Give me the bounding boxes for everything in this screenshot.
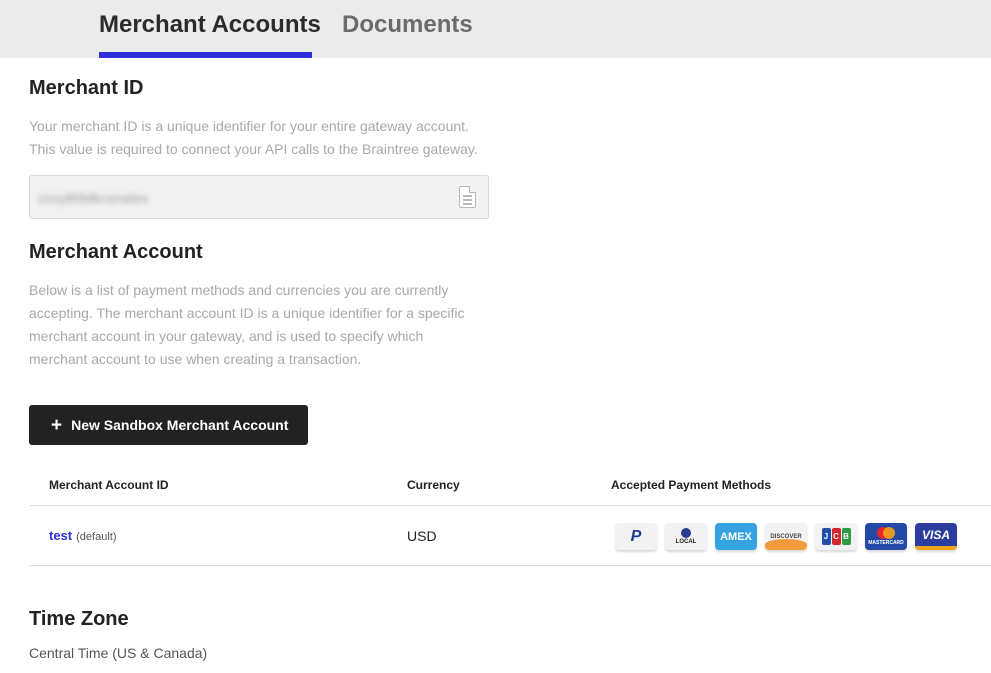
- merchant-id-value: zxvy8t9dkcsnatex: [38, 190, 149, 206]
- jcb-icon: J C B: [815, 523, 857, 550]
- amex-icon: AMEX: [715, 523, 757, 550]
- time-zone-value: Central Time (US & Canada): [29, 645, 208, 661]
- header-accepted-payment-methods: Accepted Payment Methods: [611, 478, 772, 492]
- time-zone-heading: Time Zone: [29, 608, 129, 630]
- merchant-id-field[interactable]: zxvy8t9dkcsnatex: [29, 175, 489, 219]
- active-tab-indicator: [99, 52, 312, 58]
- new-sandbox-merchant-account-label: New Sandbox Merchant Account: [71, 417, 289, 433]
- plus-icon: +: [51, 414, 63, 436]
- tab-documents[interactable]: Documents: [342, 10, 473, 58]
- currency-cell: USD: [407, 528, 437, 544]
- merchant-account-description: Below is a list of payment methods and c…: [29, 282, 465, 367]
- table-header: Merchant Account ID Currency Accepted Pa…: [29, 465, 991, 506]
- header-merchant-account-id: Merchant Account ID: [49, 478, 169, 492]
- discover-icon: DISCOVER: [765, 523, 807, 550]
- table-row: test (default) USD P LOCAL AMEX DISCOVER …: [29, 506, 991, 566]
- merchant-account-id-cell: test (default): [49, 527, 116, 543]
- payment-methods-list: P LOCAL AMEX DISCOVER J C B MASTERCARD V…: [615, 523, 957, 550]
- merchant-id-description: Your merchant ID is a unique identifier …: [29, 118, 478, 157]
- tab-bar: Merchant Accounts Documents: [0, 0, 991, 58]
- paypal-icon: P: [615, 523, 657, 550]
- copy-icon[interactable]: [459, 186, 476, 208]
- mastercard-icon: MASTERCARD: [865, 523, 907, 550]
- merchant-accounts-table: Merchant Account ID Currency Accepted Pa…: [29, 465, 991, 566]
- visa-icon: VISA: [915, 523, 957, 550]
- default-tag: (default): [76, 531, 117, 543]
- merchant-id-heading: Merchant ID: [29, 77, 144, 99]
- merchant-account-heading: Merchant Account: [29, 241, 203, 263]
- header-currency: Currency: [407, 478, 460, 492]
- tab-merchant-accounts[interactable]: Merchant Accounts: [99, 10, 321, 58]
- local-payment-icon: LOCAL: [665, 523, 707, 550]
- merchant-account-link-test[interactable]: test: [49, 528, 72, 543]
- new-sandbox-merchant-account-button[interactable]: + New Sandbox Merchant Account: [29, 405, 308, 445]
